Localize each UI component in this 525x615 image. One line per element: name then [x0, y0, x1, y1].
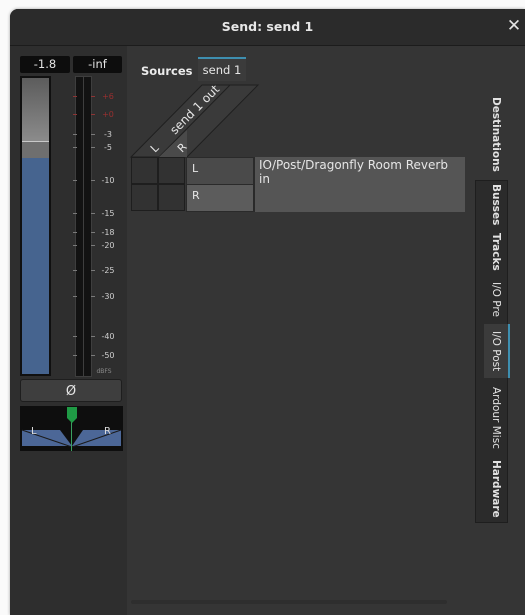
meter-tick	[73, 96, 77, 97]
meter-tick	[73, 336, 77, 337]
meter-unit-label: dBFS	[96, 368, 112, 375]
horizontal-scrollbar[interactable]	[131, 600, 447, 604]
meter-tick	[73, 245, 77, 246]
peak-meter-right	[83, 76, 92, 377]
meter-tick	[91, 114, 95, 115]
tab-busses[interactable]: Busses	[484, 182, 508, 228]
close-icon[interactable]: ✕	[505, 17, 523, 35]
meter-tick	[91, 134, 95, 135]
meter-tick	[91, 213, 95, 214]
meter-tick	[73, 134, 77, 135]
meter-tick	[91, 355, 95, 356]
meter-scale-label: -40	[101, 332, 115, 341]
dest-channel-r: R	[186, 184, 254, 212]
meter-scale-label: -10	[101, 176, 115, 185]
meter-scale-label: -15	[101, 209, 115, 218]
gain-display[interactable]: -1.8	[20, 56, 70, 73]
meter-scale-label: -5	[104, 143, 112, 152]
matrix-cell-r-r[interactable]	[158, 184, 185, 211]
matrix-cell-r-l[interactable]	[158, 157, 185, 184]
meter-tick	[73, 147, 77, 148]
meter-tick	[73, 296, 77, 297]
meter-tick	[73, 270, 77, 271]
phase-invert-button[interactable]: Ø	[20, 379, 122, 402]
tab-io-pre[interactable]: I/O Pre	[484, 276, 508, 322]
meter-scale-label: -20	[101, 241, 115, 250]
tab-io-post[interactable]: I/O Post	[484, 324, 510, 378]
meter-tick	[73, 180, 77, 181]
panner-left-label: L	[31, 426, 37, 437]
meter-scale-label: -18	[101, 228, 115, 237]
meter-tick	[91, 245, 95, 246]
meter-tick	[91, 147, 95, 148]
meter-tick	[73, 355, 77, 356]
dest-port-name: IO/Post/Dragonfly Room Reverb in	[254, 157, 465, 212]
tab-send-1[interactable]: send 1	[198, 57, 246, 81]
panner-right-label: R	[104, 426, 111, 437]
meter-tick	[91, 96, 95, 97]
dest-channel-l: L	[186, 157, 254, 185]
tab-ardour-misc[interactable]: Ardour Misc	[484, 381, 508, 455]
meter-scale-label: -30	[101, 292, 115, 301]
sources-label: Sources	[141, 64, 193, 78]
meter-tick	[91, 180, 95, 181]
meter-tick	[91, 336, 95, 337]
meter-tick	[91, 232, 95, 233]
gain-fader-upper	[22, 78, 49, 142]
gain-fader-fill	[22, 158, 49, 374]
meter-scale-label: -3	[104, 130, 112, 139]
meter-scale-label: +6	[102, 92, 114, 101]
meter-scale-label: -50	[101, 351, 115, 360]
matrix-cell-l-r[interactable]	[131, 184, 158, 211]
meter-tick	[91, 270, 95, 271]
tab-tracks[interactable]: Tracks	[484, 230, 508, 274]
meter-scale-label: -25	[101, 266, 115, 275]
meter-tick	[73, 213, 77, 214]
meter-tick	[91, 296, 95, 297]
meter-scale-label: +0	[102, 110, 114, 119]
meter-tick	[73, 114, 77, 115]
matrix-cell-l-l[interactable]	[131, 157, 158, 184]
peak-display[interactable]: -inf	[73, 56, 122, 73]
destinations-label: Destinations	[490, 96, 502, 172]
window-title: Send: send 1	[221, 19, 314, 34]
source-header: send 1 out L R	[129, 82, 260, 158]
meter-tick	[73, 232, 77, 233]
gain-fader-handle[interactable]	[22, 141, 49, 142]
title-bar: Send: send 1 ✕	[10, 9, 525, 46]
tab-hardware[interactable]: Hardware	[484, 458, 508, 520]
